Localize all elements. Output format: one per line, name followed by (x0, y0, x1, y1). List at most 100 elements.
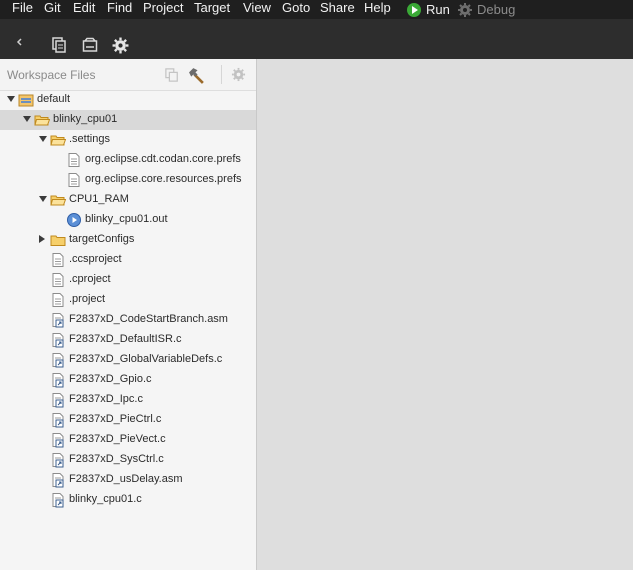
tree-item-label: .ccsproject (69, 253, 122, 265)
menu-target[interactable]: Target (194, 0, 230, 19)
tree-item-label: F2837xD_PieCtrl.c (69, 413, 162, 425)
box-icon (82, 37, 98, 52)
tree-item-label: F2837xD_DefaultISR.c (69, 333, 182, 345)
tree-item[interactable]: default (0, 90, 256, 110)
copy-files-icon (52, 37, 66, 53)
linked-file-icon (52, 433, 64, 448)
tree-item-label: F2837xD_PieVect.c (69, 433, 166, 445)
linked-file-icon (52, 493, 64, 508)
linked-file-icon (52, 393, 64, 408)
tree-item-label: org.eclipse.cdt.codan.core.prefs (85, 153, 241, 165)
file-icon (52, 253, 64, 267)
tree-item[interactable]: F2837xD_PieCtrl.c (0, 410, 256, 430)
file-icon (52, 293, 64, 307)
folder-open-icon (34, 115, 50, 126)
tree-item[interactable]: .settings (0, 130, 256, 150)
menu-view[interactable]: View (243, 0, 271, 19)
resource-explorer-button[interactable] (81, 36, 99, 54)
linked-file-icon (52, 313, 64, 328)
build-button[interactable] (187, 66, 205, 84)
folder-open-icon (50, 195, 66, 206)
expand-arrow-icon[interactable] (7, 96, 15, 102)
menu-file[interactable]: File (12, 0, 33, 19)
tree-item[interactable]: F2837xD_Gpio.c (0, 370, 256, 390)
menu-git[interactable]: Git (44, 0, 61, 19)
hammer-icon (188, 67, 204, 84)
linked-file-icon (52, 333, 64, 348)
tree-item-label: CPU1_RAM (69, 193, 129, 205)
linked-file-icon (52, 353, 64, 368)
toolbar (0, 19, 633, 59)
folder-icon (50, 235, 66, 246)
workspace-files-panel: Workspace Files default blinky_cpu01 .se… (0, 59, 257, 570)
tree-item-label: blinky_cpu01.c (69, 493, 142, 505)
tree-item[interactable]: org.eclipse.core.resources.prefs (0, 170, 256, 190)
tree-item[interactable]: F2837xD_SysCtrl.c (0, 450, 256, 470)
menu-find[interactable]: Find (107, 0, 132, 19)
tree-item-label: blinky_cpu01 (53, 113, 118, 125)
run-button[interactable]: Run (407, 0, 450, 19)
gear-icon (231, 67, 246, 82)
menu-edit[interactable]: Edit (73, 0, 95, 19)
tree-item[interactable]: F2837xD_usDelay.asm (0, 470, 256, 490)
tree-item-label: .cproject (69, 273, 111, 285)
file-icon (52, 273, 64, 287)
tree-item[interactable]: F2837xD_PieVect.c (0, 430, 256, 450)
tree-item[interactable]: targetConfigs (0, 230, 256, 250)
tree-item[interactable]: F2837xD_CodeStartBranch.asm (0, 310, 256, 330)
tree-item[interactable]: F2837xD_DefaultISR.c (0, 330, 256, 350)
tree-item-label: F2837xD_CodeStartBranch.asm (69, 313, 228, 325)
collapse-panel-button[interactable] (14, 36, 26, 48)
gear-icon (112, 37, 128, 53)
linked-file-icon (52, 413, 64, 428)
tree-item-label: blinky_cpu01.out (85, 213, 168, 225)
tree-item-label: default (37, 93, 71, 105)
tree-item-label: .settings (69, 133, 110, 145)
tree-item-label: F2837xD_Ipc.c (69, 393, 143, 405)
tree-item[interactable]: F2837xD_Ipc.c (0, 390, 256, 410)
panel-settings-button[interactable] (230, 66, 247, 83)
copy-button[interactable] (164, 67, 180, 83)
tree-item-label: F2837xD_SysCtrl.c (69, 453, 164, 465)
expand-arrow-icon[interactable] (39, 196, 47, 202)
menu-share[interactable]: Share (320, 0, 355, 19)
linked-file-icon (52, 453, 64, 468)
tree-item[interactable]: blinky_cpu01 (0, 110, 256, 130)
copy-icon (165, 68, 178, 82)
tree-item[interactable]: .ccsproject (0, 250, 256, 270)
workspace-icon (18, 94, 34, 107)
run-label: Run (426, 2, 450, 17)
file-icon (68, 173, 80, 187)
gear-icon (458, 2, 472, 17)
run-icon (407, 2, 421, 17)
debug-label: Debug (477, 2, 516, 17)
folder-open-icon (50, 135, 66, 146)
tree-item-label: targetConfigs (69, 233, 135, 245)
tree-item[interactable]: blinky_cpu01.c (0, 490, 256, 510)
expand-arrow-icon[interactable] (23, 116, 31, 122)
tree-item[interactable]: org.eclipse.cdt.codan.core.prefs (0, 150, 256, 170)
executable-icon (67, 213, 81, 227)
settings-button[interactable] (111, 36, 129, 54)
menu-project[interactable]: Project (143, 0, 183, 19)
editor-area (257, 59, 633, 570)
tree-item-label: .project (69, 293, 106, 305)
linked-file-icon (52, 473, 64, 488)
tree-item[interactable]: .cproject (0, 270, 256, 290)
new-file-button[interactable] (50, 36, 68, 54)
tree-item[interactable]: F2837xD_GlobalVariableDefs.c (0, 350, 256, 370)
menu-goto[interactable]: Goto (282, 0, 310, 19)
panel-title: Workspace Files (7, 68, 96, 82)
collapse-arrow-icon[interactable] (39, 235, 45, 243)
tree-item[interactable]: blinky_cpu01.out (0, 210, 256, 230)
debug-button[interactable]: Debug (457, 0, 515, 19)
tree-item[interactable]: .project (0, 290, 256, 310)
tree-item-label: F2837xD_Gpio.c (69, 373, 152, 385)
menu-help[interactable]: Help (364, 0, 391, 19)
tree-item[interactable]: CPU1_RAM (0, 190, 256, 210)
header-divider (221, 65, 222, 84)
tree-item-label: F2837xD_usDelay.asm (69, 473, 183, 485)
panel-header: Workspace Files (0, 59, 256, 91)
file-icon (68, 153, 80, 167)
expand-arrow-icon[interactable] (39, 136, 47, 142)
